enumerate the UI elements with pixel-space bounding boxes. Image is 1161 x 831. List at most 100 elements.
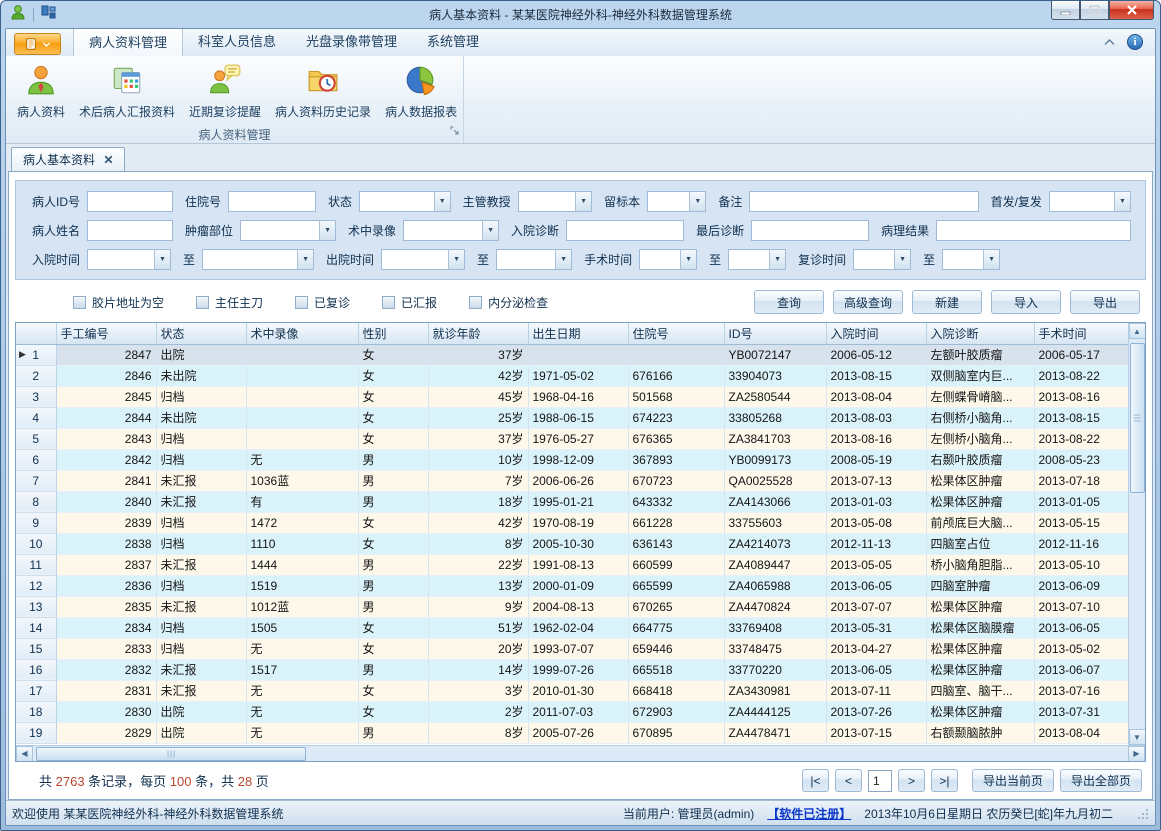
cell[interactable]: 归档 bbox=[156, 449, 246, 470]
cell[interactable]: 2013-08-15 bbox=[1034, 407, 1128, 428]
cell[interactable]: 42岁 bbox=[428, 512, 528, 533]
cell[interactable]: 2013-08-16 bbox=[826, 428, 926, 449]
cell[interactable]: YB0072147 bbox=[724, 344, 826, 365]
cell[interactable]: 7 bbox=[16, 470, 56, 491]
export-button[interactable]: 导出 bbox=[1070, 290, 1140, 314]
cell[interactable]: 2013-07-31 bbox=[1034, 701, 1128, 722]
cell[interactable]: 13 bbox=[16, 596, 56, 617]
cell[interactable]: 1036蓝 bbox=[246, 470, 358, 491]
cell[interactable]: 2829 bbox=[56, 722, 156, 743]
cell[interactable]: 2006-05-12 bbox=[826, 344, 926, 365]
table-row[interactable]: 22846未出院女42岁1971-05-02676166339040732013… bbox=[16, 365, 1128, 386]
table-row[interactable]: 32845归档女45岁1968-04-16501568ZA25805442013… bbox=[16, 386, 1128, 407]
cell[interactable]: 2013-06-05 bbox=[826, 575, 926, 596]
vertical-scroll-thumb[interactable] bbox=[1130, 343, 1145, 493]
cell[interactable]: 33805268 bbox=[724, 407, 826, 428]
checkbox-reported[interactable]: 已汇报 bbox=[382, 294, 437, 311]
cell[interactable]: 女 bbox=[358, 344, 428, 365]
cell[interactable]: 672903 bbox=[628, 701, 724, 722]
cell[interactable]: 2845 bbox=[56, 386, 156, 407]
cell[interactable]: 2004-08-13 bbox=[528, 596, 628, 617]
patient-history-button[interactable]: 病人资料历史记录 bbox=[268, 59, 378, 122]
cell[interactable]: 2841 bbox=[56, 470, 156, 491]
chevron-down-icon[interactable]: ▼ bbox=[769, 250, 785, 269]
cell[interactable]: 670723 bbox=[628, 470, 724, 491]
cell[interactable]: 2013-07-07 bbox=[826, 596, 926, 617]
cell[interactable]: 2831 bbox=[56, 680, 156, 701]
cell[interactable]: 37岁 bbox=[428, 344, 528, 365]
cell[interactable]: 2833 bbox=[56, 638, 156, 659]
column-header[interactable]: 状态 bbox=[156, 323, 246, 344]
cell[interactable]: 660599 bbox=[628, 554, 724, 575]
new-button[interactable]: 新建 bbox=[912, 290, 982, 314]
cell[interactable]: 5 bbox=[16, 428, 56, 449]
page-number-input[interactable] bbox=[868, 770, 892, 792]
table-row[interactable]: 172831未汇报无女3岁2010-01-30668418ZA343098120… bbox=[16, 680, 1128, 701]
cell[interactable]: 1505 bbox=[246, 617, 358, 638]
patient-name-input[interactable] bbox=[87, 220, 173, 241]
followup-time-from-combo[interactable]: ▼ bbox=[853, 249, 911, 270]
cell[interactable]: 661228 bbox=[628, 512, 724, 533]
table-row[interactable]: 82840未汇报有男18岁1995-01-21643332ZA414306620… bbox=[16, 491, 1128, 512]
cell[interactable]: 女 bbox=[358, 428, 428, 449]
resize-grip-icon[interactable] bbox=[1136, 807, 1149, 820]
table-row[interactable]: 62842归档无男10岁1998-12-09367893YB0099173200… bbox=[16, 449, 1128, 470]
cell[interactable]: 33770220 bbox=[724, 659, 826, 680]
cell[interactable]: 出院 bbox=[156, 344, 246, 365]
cell[interactable]: 2013-08-04 bbox=[826, 386, 926, 407]
last-page-button[interactable]: >| bbox=[931, 769, 958, 792]
cell[interactable]: 668418 bbox=[628, 680, 724, 701]
cell[interactable]: ZA4478471 bbox=[724, 722, 826, 743]
cell[interactable]: 1110 bbox=[246, 533, 358, 554]
cell[interactable]: 女 bbox=[358, 638, 428, 659]
cell[interactable]: 2013-05-15 bbox=[1034, 512, 1128, 533]
cell[interactable]: 2013-06-09 bbox=[1034, 575, 1128, 596]
cell[interactable]: 2013-08-04 bbox=[1034, 722, 1128, 743]
chevron-down-icon[interactable]: ▼ bbox=[434, 192, 450, 211]
cell[interactable]: 男 bbox=[358, 470, 428, 491]
cell[interactable] bbox=[246, 407, 358, 428]
vertical-scrollbar[interactable]: ▲ ▼ bbox=[1128, 323, 1145, 745]
table-row[interactable]: ▶12847出院女37岁YB00721472006-05-12左额叶胶质瘤200… bbox=[16, 344, 1128, 365]
cell[interactable]: 2006-05-17 bbox=[1034, 344, 1128, 365]
cell[interactable]: QA0025528 bbox=[724, 470, 826, 491]
cell[interactable]: 四脑室肿瘤 bbox=[926, 575, 1034, 596]
title-bar[interactable]: 病人基本资料 - 某某医院神经外科-神经外科数据管理系统 bbox=[5, 1, 1156, 28]
cell[interactable]: 6 bbox=[16, 449, 56, 470]
cell[interactable]: 33748475 bbox=[724, 638, 826, 659]
cell[interactable]: 右侧桥小脑角... bbox=[926, 407, 1034, 428]
cell[interactable]: 归档 bbox=[156, 617, 246, 638]
cell[interactable]: 1991-08-13 bbox=[528, 554, 628, 575]
cell[interactable]: 归档 bbox=[156, 575, 246, 596]
cell[interactable]: 2013-04-27 bbox=[826, 638, 926, 659]
cell[interactable]: 1962-02-04 bbox=[528, 617, 628, 638]
cell[interactable]: 松果体区肿瘤 bbox=[926, 470, 1034, 491]
cell[interactable]: 2013-01-05 bbox=[1034, 491, 1128, 512]
cell[interactable]: 归档 bbox=[156, 512, 246, 533]
cell[interactable]: 2013-07-10 bbox=[1034, 596, 1128, 617]
cell[interactable]: 无 bbox=[246, 638, 358, 659]
cell[interactable]: 8岁 bbox=[428, 722, 528, 743]
query-button[interactable]: 查询 bbox=[754, 290, 824, 314]
cell[interactable]: 无 bbox=[246, 449, 358, 470]
intraop-video-combo[interactable]: ▼ bbox=[403, 220, 499, 241]
cell[interactable] bbox=[246, 428, 358, 449]
column-header[interactable]: 住院号 bbox=[628, 323, 724, 344]
tumor-site-combo[interactable]: ▼ bbox=[240, 220, 336, 241]
cell[interactable]: 2836 bbox=[56, 575, 156, 596]
table-row[interactable]: 132835未汇报1012蓝男9岁2004-08-13670265ZA44708… bbox=[16, 596, 1128, 617]
ribbon-tab-department-staff[interactable]: 科室人员信息 bbox=[183, 28, 291, 56]
cell[interactable] bbox=[528, 344, 628, 365]
cell[interactable]: 未出院 bbox=[156, 365, 246, 386]
checkbox-chief-surgeon[interactable]: 主任主刀 bbox=[196, 294, 263, 311]
cell[interactable]: 2012-11-16 bbox=[1034, 533, 1128, 554]
chevron-down-icon[interactable]: ▼ bbox=[154, 250, 170, 269]
cell[interactable]: 2832 bbox=[56, 659, 156, 680]
import-button[interactable]: 导入 bbox=[991, 290, 1061, 314]
maximize-button[interactable] bbox=[1080, 1, 1109, 20]
chevron-down-icon[interactable]: ▼ bbox=[689, 192, 705, 211]
chevron-down-icon[interactable]: ▼ bbox=[1114, 192, 1130, 211]
cell[interactable]: 367893 bbox=[628, 449, 724, 470]
chevron-down-icon[interactable]: ▼ bbox=[575, 192, 591, 211]
cell[interactable]: 四脑室、脑干... bbox=[926, 680, 1034, 701]
